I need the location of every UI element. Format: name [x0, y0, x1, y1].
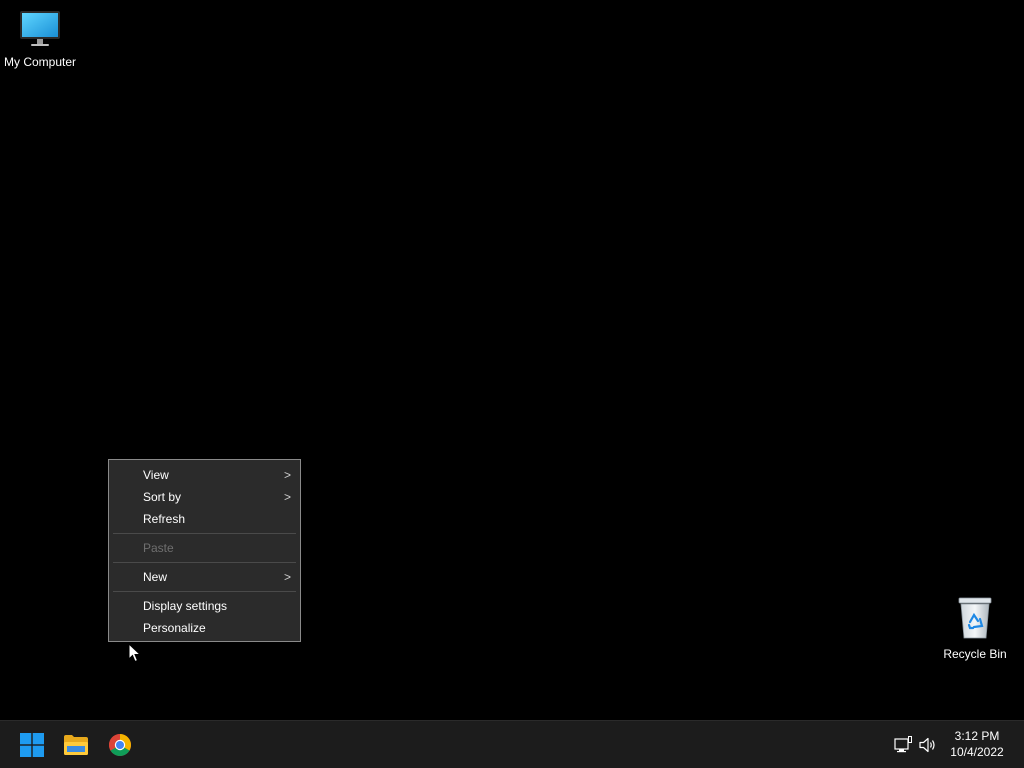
menu-item-refresh[interactable]: Refresh: [109, 508, 300, 530]
chrome-icon: [109, 734, 131, 756]
menu-item-sort-by[interactable]: Sort by >: [109, 486, 300, 508]
menu-separator: [113, 591, 296, 592]
mouse-pointer-icon: [128, 643, 142, 663]
chevron-right-icon: >: [283, 490, 291, 504]
volume-icon[interactable]: [918, 735, 938, 755]
menu-item-paste: Paste: [109, 537, 300, 559]
file-explorer-button[interactable]: [58, 727, 94, 763]
recycle-bin-label: Recycle Bin: [943, 647, 1007, 661]
chevron-right-icon: >: [283, 570, 291, 584]
menu-item-new[interactable]: New >: [109, 566, 300, 588]
menu-item-label: Paste: [143, 541, 174, 555]
recycle-bin-shortcut[interactable]: Recycle Bin: [935, 596, 1015, 661]
my-computer-shortcut[interactable]: My Computer: [0, 8, 80, 69]
menu-separator: [113, 562, 296, 563]
menu-item-label: New: [143, 570, 168, 584]
desktop-context-menu: View > Sort by > Refresh Paste New > Dis…: [108, 459, 301, 642]
chrome-button[interactable]: [102, 727, 138, 763]
menu-item-label: Refresh: [143, 512, 186, 526]
menu-item-label: Personalize: [143, 621, 206, 635]
taskbar: 3:12 PM 10/4/2022: [0, 720, 1024, 768]
clock-date: 10/4/2022: [950, 745, 1004, 759]
desktop[interactable]: My Computer Recycle Bin View > Sort by >…: [0, 0, 1024, 720]
taskbar-clock[interactable]: 3:12 PM 10/4/2022: [942, 728, 1012, 760]
clock-time: 3:12 PM: [954, 729, 1000, 743]
menu-item-label: Sort by: [143, 490, 182, 504]
windows-start-icon: [20, 733, 44, 757]
recycle-bin-icon: [958, 597, 992, 639]
menu-item-display-settings[interactable]: Display settings: [109, 595, 300, 617]
network-icon[interactable]: [893, 735, 913, 755]
folder-icon: [64, 735, 88, 755]
menu-item-label: Display settings: [143, 599, 228, 613]
menu-item-view[interactable]: View >: [109, 464, 300, 486]
monitor-icon: [20, 11, 60, 46]
menu-item-label: View: [143, 468, 169, 482]
menu-separator: [113, 533, 296, 534]
my-computer-label: My Computer: [3, 55, 77, 69]
start-button[interactable]: [14, 727, 50, 763]
chevron-right-icon: >: [283, 468, 291, 482]
menu-item-personalize[interactable]: Personalize: [109, 617, 300, 639]
